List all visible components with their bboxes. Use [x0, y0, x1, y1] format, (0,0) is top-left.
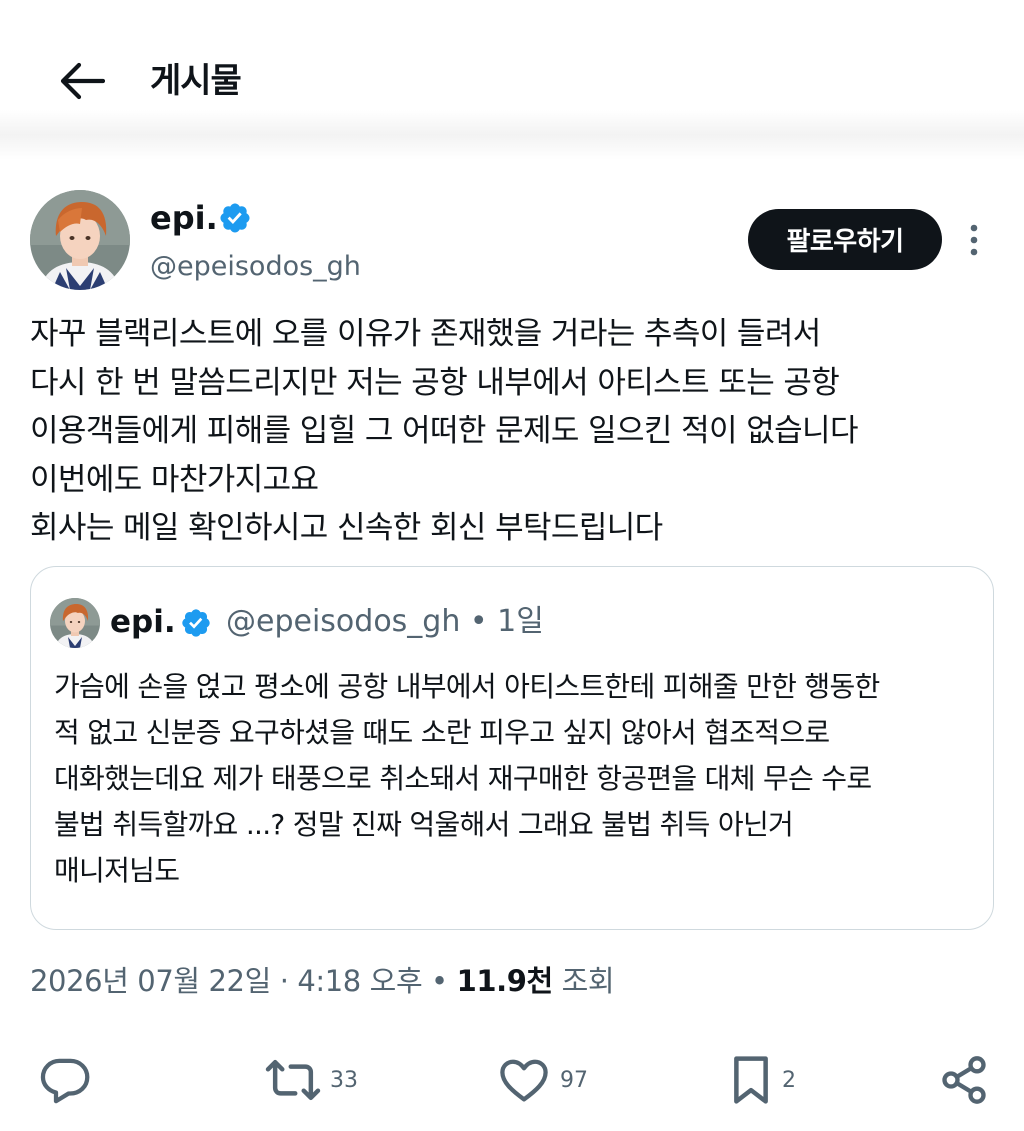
- arrow-left-icon: [60, 62, 105, 100]
- tweet-text: 자꾸 블랙리스트에 오를 이유가 존재했을 거라는 추측이 들려서 다시 한 번…: [30, 310, 1005, 553]
- quote-line: 불법 취득할까요 ...? 정말 진짜 억울해서 그래요 불법 취득 아닌거: [54, 808, 794, 841]
- page-title: 게시물: [150, 61, 242, 101]
- author-display-name[interactable]: epi.: [150, 196, 218, 240]
- tweet-line: 다시 한 번 말씀드리지만 저는 공항 내부에서 아티스트 또는 공항: [30, 364, 840, 401]
- retweet-count: 33: [330, 1067, 358, 1093]
- tweet-line: 자꾸 블랙리스트에 오를 이유가 존재했을 거라는 추측이 들려서: [30, 316, 821, 352]
- reply-icon: [40, 1058, 90, 1104]
- back-button[interactable]: [52, 58, 110, 104]
- views-count: 11.9천: [456, 964, 554, 998]
- quote-handle-time: @epeisodos_gh • 1일: [226, 604, 544, 639]
- bookmark-icon: [734, 1056, 768, 1104]
- quote-line: 매니저님도: [54, 854, 180, 887]
- retweet-icon: [265, 1059, 321, 1101]
- retweet-button[interactable]: 33: [264, 1052, 358, 1108]
- verified-badge-icon: [182, 609, 210, 637]
- follow-button[interactable]: 팔로우하기: [748, 209, 942, 270]
- quote-line: 대화했는데요 제가 태풍으로 취소돼서 재구매한 항공편을 대체 무슨 수로: [54, 762, 872, 795]
- like-button[interactable]: 97: [496, 1052, 588, 1108]
- quote-text: 가슴에 손을 얹고 평소에 공항 내부에서 아티스트한테 피해줄 만한 행동한 …: [54, 664, 984, 894]
- reply-button[interactable]: [38, 1052, 92, 1108]
- tweet-metadata: 2026년 07월 22일 · 4:18 오후 • 11.9천 조회: [30, 958, 615, 1004]
- share-icon: [942, 1056, 986, 1104]
- like-count: 97: [560, 1067, 588, 1093]
- bookmark-button[interactable]: 2: [728, 1052, 796, 1108]
- bookmark-count: 2: [782, 1067, 796, 1093]
- top-bar: 게시물: [0, 0, 1024, 160]
- heart-icon: [500, 1059, 548, 1102]
- tweet-line: 이용객들에게 피해를 입힐 그 어떠한 문제도 일으킨 적이 없습니다: [30, 413, 858, 449]
- views-label: 조회: [552, 964, 615, 998]
- tweet-line: 이번에도 마찬가지고요: [30, 461, 319, 498]
- verified-badge-icon: [220, 203, 250, 233]
- tweet-line: 회사는 메일 확인하시고 신속한 회신 부탁드립니다: [30, 510, 663, 546]
- author-avatar[interactable]: [30, 190, 130, 290]
- share-button[interactable]: [938, 1052, 990, 1108]
- more-options-button[interactable]: [960, 218, 988, 262]
- author-handle[interactable]: @epeisodos_gh: [150, 248, 361, 286]
- quote-author-avatar: [50, 598, 100, 648]
- timestamp[interactable]: 2026년 07월 22일 · 4:18 오후 •: [30, 964, 457, 998]
- more-vertical-icon: [970, 224, 978, 256]
- quote-line: 적 없고 신분증 요구하셨을 때도 소란 피우고 싶지 않아서 협조적으로: [54, 716, 830, 749]
- quote-author-display-name: epi.: [110, 604, 176, 640]
- quote-line: 가슴에 손을 얹고 평소에 공항 내부에서 아티스트한테 피해줄 만한 행동한: [54, 670, 880, 703]
